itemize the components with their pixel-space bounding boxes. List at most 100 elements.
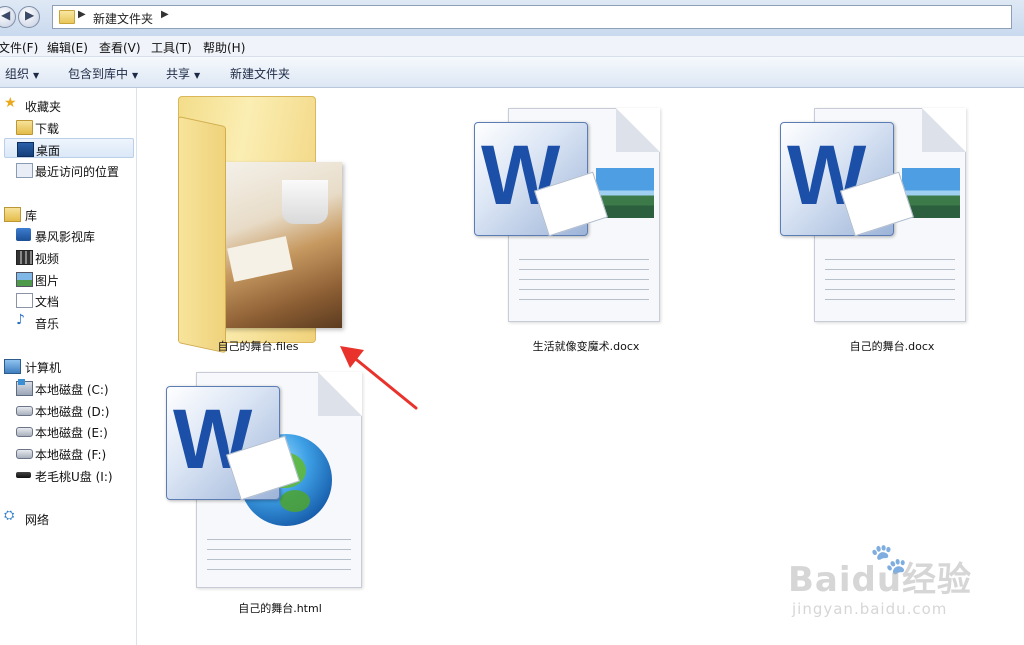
text-line xyxy=(519,289,649,290)
text-line xyxy=(519,299,649,300)
nav-item-label: 本地磁盘 (D:) xyxy=(35,405,110,419)
hard-drive-icon xyxy=(16,449,33,459)
text-line xyxy=(825,269,955,270)
nav-libraries-label: 库 xyxy=(25,209,38,223)
nav-item-recent-places[interactable]: 最近访问的位置 xyxy=(4,160,134,180)
media-library-icon xyxy=(16,228,31,241)
menu-view[interactable]: 查看(V) xyxy=(99,39,141,56)
text-line xyxy=(519,269,649,270)
usb-drive-icon xyxy=(16,472,31,478)
text-line xyxy=(207,559,351,560)
nav-computer-label: 计算机 xyxy=(25,361,62,375)
text-line xyxy=(519,259,649,260)
file-name: 自己的舞台.docx xyxy=(849,340,935,353)
nav-item-label: 图片 xyxy=(35,274,60,288)
watermark-main-text: Baidu经验 xyxy=(788,560,973,600)
folder-preview-photo xyxy=(220,162,342,328)
breadcrumb-chevron-icon[interactable]: ▶ xyxy=(78,9,86,20)
nav-item-label: 音乐 xyxy=(35,317,60,331)
nav-network-label: 网络 xyxy=(25,513,50,527)
nav-item-label: 本地磁盘 (F:) xyxy=(35,448,107,462)
nav-item-label: 视频 xyxy=(35,252,60,266)
breadcrumb-chevron-icon[interactable]: ▶ xyxy=(161,9,169,20)
text-line xyxy=(519,279,649,280)
nav-item-drive-d[interactable]: 本地磁盘 (D:) xyxy=(4,400,134,420)
page-fold xyxy=(616,108,660,152)
organize-button[interactable]: 组织 ▼ xyxy=(5,65,39,82)
video-icon xyxy=(16,250,33,265)
system-drive-icon xyxy=(16,379,33,396)
forward-button[interactable]: ▶ xyxy=(18,6,40,28)
nav-item-pictures[interactable]: 图片 xyxy=(4,269,134,289)
nav-libraries[interactable]: 库 xyxy=(0,204,130,224)
menu-bar: 文件(F) 编辑(E) 查看(V) 工具(T) 帮助(H) xyxy=(0,36,1024,57)
forward-arrow-icon: ▶ xyxy=(25,8,35,22)
library-icon xyxy=(4,207,21,222)
watermark-url: jingyan.baidu.com xyxy=(792,600,948,618)
annotation-arrow-icon xyxy=(340,346,418,410)
nav-item-documents[interactable]: 文档 xyxy=(4,290,134,310)
chevron-down-icon: ▼ xyxy=(132,71,139,80)
folder-icon xyxy=(59,10,75,24)
text-line xyxy=(825,299,955,300)
back-button[interactable]: ◀ xyxy=(0,6,16,28)
text-line xyxy=(207,549,351,550)
folder-front-flap xyxy=(178,116,226,354)
nav-item-usb-drive[interactable]: 老毛桃U盘 (I:) xyxy=(4,465,134,485)
menu-file[interactable]: 文件(F) xyxy=(0,39,38,56)
nav-item-label: 文档 xyxy=(35,295,60,309)
nav-item-media-library[interactable]: 暴风影视库 xyxy=(4,225,134,245)
network-icon: ⛭ xyxy=(4,508,15,523)
documents-icon xyxy=(16,293,33,308)
nav-computer[interactable]: 计算机 xyxy=(0,356,130,376)
nav-item-downloads[interactable]: 下载 xyxy=(4,117,134,137)
nav-item-desktop[interactable]: 桌面 xyxy=(4,138,134,158)
nav-item-drive-f[interactable]: 本地磁盘 (F:) xyxy=(4,443,134,463)
organize-label: 组织 xyxy=(5,67,30,81)
chevron-down-icon: ▼ xyxy=(194,71,201,80)
address-bar: ◀ ▶ ▶ 新建文件夹 ▶ xyxy=(0,0,1024,36)
star-icon: ★ xyxy=(4,95,17,111)
nav-network[interactable]: ⛭ 网络 xyxy=(0,508,130,528)
chevron-down-icon: ▼ xyxy=(33,71,40,80)
command-bar: 组织 ▼ 包含到库中 ▼ 共享 ▼ 新建文件夹 xyxy=(0,57,1024,88)
share-label: 共享 xyxy=(166,67,191,81)
nav-item-label: 桌面 xyxy=(36,144,61,158)
file-item-docx[interactable]: W 自己的舞台.docx xyxy=(772,108,1012,358)
nav-item-videos[interactable]: 视频 xyxy=(4,247,134,267)
new-folder-button[interactable]: 新建文件夹 xyxy=(230,65,290,82)
text-line xyxy=(825,289,955,290)
text-line xyxy=(207,539,351,540)
nav-item-music[interactable]: ♪ 音乐 xyxy=(4,312,134,332)
text-line xyxy=(825,259,955,260)
breadcrumb-current-folder[interactable]: 新建文件夹 xyxy=(93,10,153,27)
menu-edit[interactable]: 编辑(E) xyxy=(47,39,88,56)
back-arrow-icon: ◀ xyxy=(1,8,11,22)
text-line xyxy=(207,569,351,570)
cup-image xyxy=(282,180,328,224)
download-folder-icon xyxy=(16,120,33,135)
baidu-watermark: 🐾 Baidu经验 jingyan.baidu.com xyxy=(786,542,1022,628)
recent-places-icon xyxy=(16,163,33,178)
hard-drive-icon xyxy=(16,427,33,437)
nav-item-label: 本地磁盘 (E:) xyxy=(35,426,108,440)
nav-item-drive-c[interactable]: 本地磁盘 (C:) xyxy=(4,378,134,398)
page-fold xyxy=(922,108,966,152)
nav-item-label: 本地磁盘 (C:) xyxy=(35,383,109,397)
nav-favorites-label: 收藏夹 xyxy=(25,100,62,114)
computer-icon xyxy=(4,359,21,374)
nav-item-label: 暴风影视库 xyxy=(35,230,96,244)
include-in-library-button[interactable]: 包含到库中 ▼ xyxy=(68,65,138,82)
file-item-folder[interactable]: 自己的舞台.files xyxy=(138,96,378,356)
nav-item-label: 下载 xyxy=(35,122,60,136)
file-item-docx[interactable]: W 生活就像变魔术.docx xyxy=(466,108,706,358)
text-line xyxy=(825,279,955,280)
menu-tools[interactable]: 工具(T) xyxy=(151,39,192,56)
address-field[interactable]: ▶ 新建文件夹 ▶ xyxy=(52,5,1012,29)
nav-favorites[interactable]: ★ 收藏夹 xyxy=(0,95,130,115)
paper-image xyxy=(227,236,293,282)
nav-item-drive-e[interactable]: 本地磁盘 (E:) xyxy=(4,421,134,441)
file-name: 自己的舞台.html xyxy=(238,602,322,615)
share-button[interactable]: 共享 ▼ xyxy=(166,65,200,82)
menu-help[interactable]: 帮助(H) xyxy=(203,39,245,56)
